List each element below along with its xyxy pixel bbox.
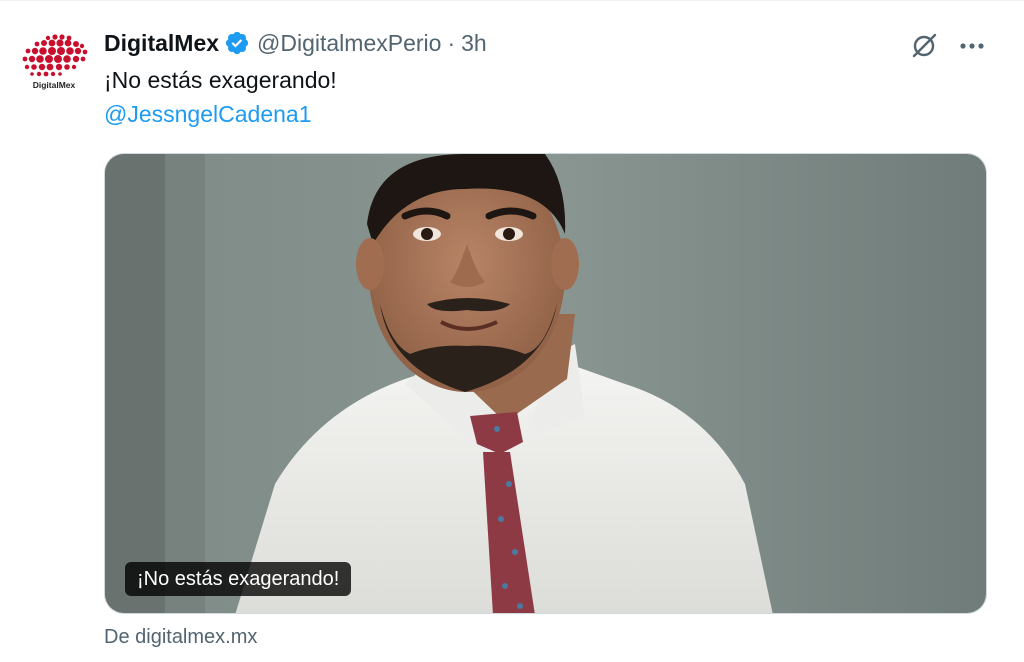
timestamp[interactable]: 3h: [461, 30, 487, 57]
digitalmex-logo: DigitalMex: [22, 34, 88, 90]
tweet-header: DigitalMex @DigitalmexPerio · 3h: [104, 27, 487, 59]
avatar[interactable]: DigitalMex: [18, 32, 90, 94]
media-card[interactable]: ¡No estás exagerando!: [104, 153, 987, 614]
logo-text: DigitalMex: [33, 80, 76, 90]
separator-dot: ·: [447, 29, 456, 56]
user-handle[interactable]: @DigitalmexPerio: [257, 30, 441, 57]
link-source[interactable]: De digitalmex.mx: [104, 622, 257, 652]
tweet-text: ¡No estás exagerando!: [104, 67, 337, 93]
article-photo: [105, 154, 986, 613]
mention-link[interactable]: @JessngelCadena1: [104, 98, 311, 131]
tweet-article[interactable]: DigitalMex DigitalMex @DigitalmexPerio ·…: [0, 0, 1024, 662]
display-name[interactable]: DigitalMex: [104, 30, 219, 57]
media-caption: ¡No estás exagerando!: [125, 562, 352, 596]
grok-icon[interactable]: [906, 30, 942, 62]
divider: [0, 0, 1024, 1]
verified-badge-icon[interactable]: [224, 30, 250, 56]
more-horizontal-icon[interactable]: [954, 30, 990, 62]
